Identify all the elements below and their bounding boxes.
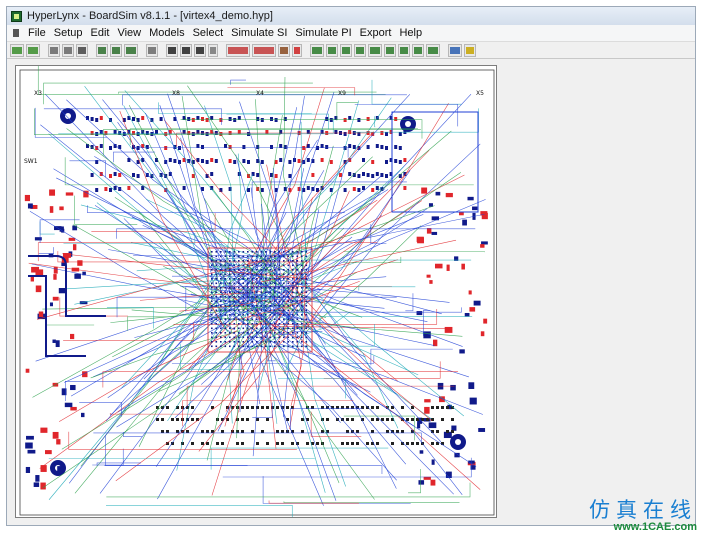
probe-icon[interactable]: [278, 43, 290, 57]
menu-simulate-si[interactable]: Simulate SI: [227, 25, 291, 41]
title-bar[interactable]: HyperLynx - BoardSim v8.1.1 - [virtex4_d…: [7, 7, 695, 25]
ref-label-x4: X4: [256, 90, 264, 97]
watermark: 仿真在线 www.1CAE.com: [589, 499, 697, 534]
report-icon[interactable]: [368, 43, 382, 57]
pi-analysis-icon[interactable]: [412, 43, 424, 57]
oscilloscope-icon[interactable]: [310, 43, 324, 57]
board-view-icon[interactable]: [124, 43, 138, 57]
pcb-board-view[interactable]: X3 X8 X4 X9 X5 SW1: [15, 65, 497, 518]
menu-models[interactable]: Models: [145, 25, 188, 41]
menu-edit[interactable]: Edit: [86, 25, 113, 41]
ref-label-x5: X5: [476, 90, 484, 97]
help-icon[interactable]: [464, 43, 476, 57]
signal-integrity-icon[interactable]: [226, 43, 250, 57]
pi-dc-drop-icon[interactable]: [426, 43, 440, 57]
edit-stackup-icon[interactable]: [62, 43, 74, 57]
window-title: HyperLynx - BoardSim v8.1.1 - [virtex4_d…: [27, 10, 273, 22]
pi-decoupling-icon[interactable]: [398, 43, 410, 57]
menu-bar: File Setup Edit View Models Select Simulate SI…: [7, 25, 695, 42]
library-icon[interactable]: [76, 43, 88, 57]
toolbar: [7, 42, 695, 59]
board-canvas-area[interactable]: X3 X8 X4 X9 X5 SW1: [7, 59, 695, 525]
sweep-icon[interactable]: [384, 43, 396, 57]
spectrum-icon[interactable]: [340, 43, 352, 57]
select-net-icon[interactable]: [146, 43, 158, 57]
terminator-wizard-icon[interactable]: [292, 43, 302, 57]
layer-2-icon[interactable]: [110, 43, 122, 57]
pcb-layout-drawing[interactable]: [16, 66, 497, 518]
menu-select[interactable]: Select: [189, 25, 228, 41]
zoom-in-icon[interactable]: [166, 43, 178, 57]
open-bsw-icon[interactable]: [26, 43, 40, 57]
grid-icon[interactable]: [208, 43, 218, 57]
watermark-chinese-text: 仿真在线: [589, 498, 697, 522]
zoom-out-icon[interactable]: [180, 43, 192, 57]
batch-icon[interactable]: [354, 43, 366, 57]
layer-icon[interactable]: [96, 43, 108, 57]
app-window: HyperLynx - BoardSim v8.1.1 - [virtex4_d…: [6, 6, 696, 526]
menu-export[interactable]: Export: [356, 25, 396, 41]
menu-help[interactable]: Help: [395, 25, 426, 41]
ref-label-x9: X9: [338, 90, 346, 97]
ref-label-x8: X8: [172, 90, 180, 97]
menu-simulate-pi[interactable]: Simulate PI: [291, 25, 355, 41]
hyperlynx-app-icon: [11, 10, 22, 22]
ref-label-sw1: SW1: [24, 158, 38, 165]
ref-label-x3: X3: [34, 90, 42, 97]
open-pcb-icon[interactable]: [10, 43, 24, 57]
menu-view[interactable]: View: [113, 25, 145, 41]
menu-file[interactable]: File: [24, 25, 50, 41]
hand-icon[interactable]: [448, 43, 462, 57]
menu-setup[interactable]: Setup: [50, 25, 87, 41]
board-wizard-icon[interactable]: [48, 43, 60, 57]
crosstalk-icon[interactable]: [252, 43, 276, 57]
document-menu-icon[interactable]: [11, 28, 21, 38]
watermark-url: www.1CAE.com: [613, 521, 697, 533]
zoom-fit-icon[interactable]: [194, 43, 206, 57]
eye-diagram-icon[interactable]: [326, 43, 338, 57]
